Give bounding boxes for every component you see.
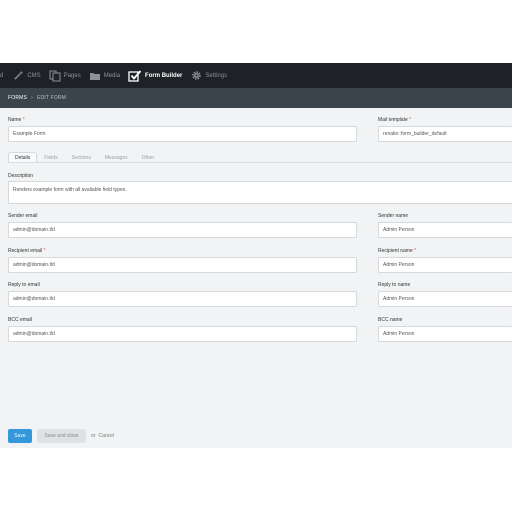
nav-item-pages[interactable]: Pages [49, 63, 81, 88]
breadcrumb: FORMS › EDIT FORM [0, 88, 512, 108]
reply-to-name-label: Reply to name [378, 282, 411, 288]
recipient-name-label: Recipient name * [378, 248, 417, 254]
bcc-name-label: BCC name [378, 317, 403, 323]
save-and-close-button[interactable]: Save and close [37, 429, 86, 443]
nav-item-label: Settings [205, 72, 228, 79]
cancel-group: or Cancel [91, 429, 114, 443]
name-input[interactable]: Example Form [8, 126, 357, 142]
breadcrumb-forms-link[interactable]: FORMS [8, 95, 27, 101]
name-label: Name * [8, 117, 25, 123]
nav-item-label: Form Builder [145, 72, 183, 79]
description-label: Description [8, 173, 34, 179]
sender-name-input[interactable]: Admin Person [378, 222, 512, 238]
nav-item-settings[interactable]: Settings [190, 63, 227, 88]
recipient-email-input[interactable]: admin@domain.tld [8, 257, 357, 273]
sender-email-label: Sender email [8, 213, 38, 219]
tab-divider [8, 162, 512, 163]
pages-icon [49, 70, 61, 82]
reply-to-email-input[interactable]: admin@domain.tld [8, 291, 357, 307]
bcc-email-label: BCC email [8, 317, 32, 323]
top-navigation: d CMS Pages Media Form Builder Settings [0, 63, 512, 88]
folder-icon [89, 70, 101, 82]
reply-to-email-label: Reply to email [8, 282, 40, 288]
breadcrumb-current: EDIT FORM [36, 95, 67, 101]
sender-email-input[interactable]: admin@domain.tld [8, 222, 357, 238]
reply-to-name-input[interactable]: Admin Person [378, 291, 512, 307]
nav-item-label: Media [103, 72, 121, 79]
save-button[interactable]: Save [8, 429, 32, 443]
gear-icon [190, 70, 202, 82]
mail-template-select[interactable]: renatio::form_builder_default [378, 126, 512, 142]
nav-item-label: CMS [27, 72, 41, 79]
recipient-name-input[interactable]: Admin Person [378, 257, 512, 273]
nav-item-media[interactable]: Media [89, 63, 120, 88]
nav-item-cms[interactable]: CMS [12, 63, 41, 88]
nav-item-label: Pages [63, 72, 81, 79]
checkbox-icon [128, 69, 142, 83]
nav-item-partial[interactable]: d [0, 73, 3, 79]
wand-icon [12, 70, 24, 82]
app-window: d CMS Pages Media Form Builder Settings … [0, 63, 512, 448]
sender-name-label: Sender name [378, 213, 409, 219]
breadcrumb-separator: › [31, 95, 33, 101]
or-text: or [91, 433, 96, 439]
bcc-email-input[interactable]: admin@domain.tld [8, 326, 357, 342]
nav-item-form-builder[interactable]: Form Builder [128, 63, 182, 88]
mail-template-label: Mail template * [378, 117, 412, 123]
description-textarea[interactable]: Renders example form with all available … [8, 181, 512, 204]
bcc-name-input[interactable]: Admin Person [378, 326, 512, 342]
cancel-link[interactable]: Cancel [98, 433, 114, 439]
recipient-email-label: Recipient email * [8, 248, 46, 254]
